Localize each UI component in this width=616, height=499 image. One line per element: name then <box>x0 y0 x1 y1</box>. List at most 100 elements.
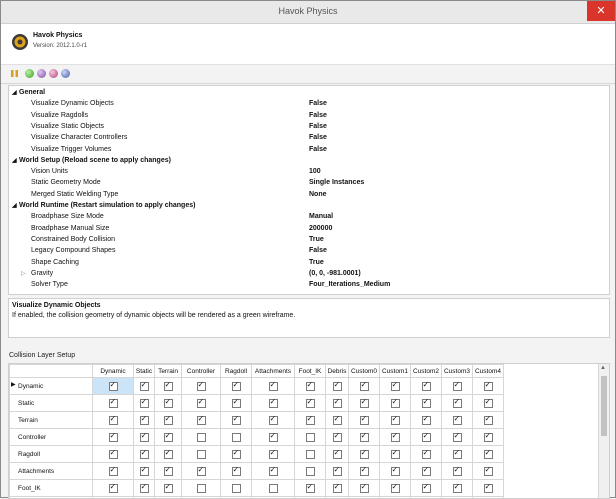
collision-checkbox[interactable] <box>453 416 462 425</box>
collision-checkbox[interactable] <box>269 484 278 493</box>
collision-checkbox[interactable] <box>391 399 400 408</box>
collision-checkbox[interactable] <box>333 433 342 442</box>
property-category[interactable]: ◢General <box>9 89 609 97</box>
collision-checkbox[interactable] <box>391 467 400 476</box>
collision-checkbox[interactable] <box>197 433 206 442</box>
property-value[interactable]: False <box>309 100 327 107</box>
collision-checkbox[interactable] <box>109 450 118 459</box>
collision-checkbox[interactable] <box>140 484 149 493</box>
property-value[interactable]: False <box>309 146 327 153</box>
collision-checkbox[interactable] <box>140 399 149 408</box>
collision-checkbox[interactable] <box>269 450 278 459</box>
collision-checkbox[interactable] <box>306 433 315 442</box>
collision-checkbox[interactable] <box>453 484 462 493</box>
property-row[interactable]: Vision Units100 <box>9 168 609 176</box>
collision-checkbox[interactable] <box>484 399 493 408</box>
collision-checkbox[interactable] <box>360 484 369 493</box>
collision-checkbox[interactable] <box>164 399 173 408</box>
property-row[interactable]: Static Geometry ModeSingle Instances <box>9 179 609 187</box>
property-value[interactable]: False <box>309 134 327 141</box>
green-sphere-icon[interactable] <box>25 69 34 78</box>
property-value[interactable]: 200000 <box>309 225 332 232</box>
collision-checkbox[interactable] <box>164 382 173 391</box>
collision-checkbox[interactable] <box>109 416 118 425</box>
collision-checkbox[interactable] <box>306 399 315 408</box>
collision-checkbox[interactable] <box>306 484 315 493</box>
collision-checkbox[interactable] <box>232 450 241 459</box>
property-value[interactable]: False <box>309 123 327 130</box>
collision-checkbox[interactable] <box>109 399 118 408</box>
collision-checkbox[interactable] <box>391 484 400 493</box>
collision-checkbox[interactable] <box>360 467 369 476</box>
collision-checkbox[interactable] <box>422 433 431 442</box>
property-row[interactable]: ▷Gravity(0, 0, -981.0001) <box>9 270 609 278</box>
collision-checkbox[interactable] <box>197 399 206 408</box>
collision-checkbox[interactable] <box>453 467 462 476</box>
expand-arrow-icon[interactable]: ▷ <box>21 270 26 277</box>
collision-checkbox[interactable] <box>333 416 342 425</box>
property-value[interactable]: Manual <box>309 213 333 220</box>
purple-sphere-icon[interactable] <box>37 69 46 78</box>
property-value[interactable]: 100 <box>309 168 321 175</box>
scroll-up-icon[interactable]: ▲ <box>600 365 606 371</box>
collision-checkbox[interactable] <box>269 416 278 425</box>
property-category[interactable]: ◢World Runtime (Restart simulation to ap… <box>9 202 609 210</box>
property-row[interactable]: Visualize RagdollsFalse <box>9 112 609 120</box>
collision-checkbox[interactable] <box>422 399 431 408</box>
property-row[interactable]: Solver TypeFour_Iterations_Medium <box>9 281 609 289</box>
collision-checkbox[interactable] <box>306 382 315 391</box>
collision-checkbox[interactable] <box>269 382 278 391</box>
collision-checkbox[interactable] <box>232 382 241 391</box>
blue-sphere-icon[interactable] <box>61 69 70 78</box>
collision-checkbox[interactable] <box>140 450 149 459</box>
collision-checkbox[interactable] <box>269 433 278 442</box>
collision-checkbox[interactable] <box>164 433 173 442</box>
collision-checkbox[interactable] <box>232 416 241 425</box>
collision-checkbox[interactable] <box>360 399 369 408</box>
collision-checkbox[interactable] <box>360 416 369 425</box>
collision-checkbox[interactable] <box>360 433 369 442</box>
property-row[interactable]: Visualize Trigger VolumesFalse <box>9 146 609 154</box>
collision-checkbox[interactable] <box>197 416 206 425</box>
collision-checkbox[interactable] <box>422 450 431 459</box>
collision-checkbox[interactable] <box>422 382 431 391</box>
collision-checkbox[interactable] <box>197 450 206 459</box>
pink-sphere-icon[interactable] <box>49 69 58 78</box>
collision-checkbox[interactable] <box>333 399 342 408</box>
property-row[interactable]: Merged Static Welding TypeNone <box>9 191 609 199</box>
collision-checkbox[interactable] <box>306 450 315 459</box>
collision-checkbox[interactable] <box>333 450 342 459</box>
collision-checkbox[interactable] <box>164 450 173 459</box>
collision-checkbox[interactable] <box>197 484 206 493</box>
scrollbar-thumb[interactable] <box>601 376 607 436</box>
collision-checkbox[interactable] <box>109 382 118 391</box>
collision-checkbox[interactable] <box>453 433 462 442</box>
collision-checkbox[interactable] <box>333 484 342 493</box>
collapse-arrow-icon[interactable]: ◢ <box>12 89 17 96</box>
collision-checkbox[interactable] <box>484 467 493 476</box>
property-row[interactable]: Visualize Dynamic ObjectsFalse <box>9 100 609 108</box>
collision-checkbox[interactable] <box>333 467 342 476</box>
property-row[interactable]: Visualize Character ControllersFalse <box>9 134 609 142</box>
collision-checkbox[interactable] <box>422 467 431 476</box>
collision-checkbox[interactable] <box>197 382 206 391</box>
collision-checkbox[interactable] <box>391 450 400 459</box>
collision-checkbox[interactable] <box>140 433 149 442</box>
collision-checkbox[interactable] <box>164 484 173 493</box>
collision-checkbox[interactable] <box>140 382 149 391</box>
collision-checkbox[interactable] <box>360 382 369 391</box>
collision-checkbox[interactable] <box>484 433 493 442</box>
pause-icon[interactable] <box>10 69 19 78</box>
collision-checkbox[interactable] <box>269 467 278 476</box>
collision-checkbox[interactable] <box>422 416 431 425</box>
property-row[interactable]: Broadphase Manual Size200000 <box>9 225 609 233</box>
collision-checkbox[interactable] <box>269 399 278 408</box>
property-category[interactable]: ◢World Setup (Reload scene to apply chan… <box>9 157 609 165</box>
collision-checkbox[interactable] <box>140 467 149 476</box>
collapse-arrow-icon[interactable]: ◢ <box>12 157 17 164</box>
collision-checkbox[interactable] <box>453 382 462 391</box>
collision-checkbox[interactable] <box>232 433 241 442</box>
collision-checkbox[interactable] <box>306 416 315 425</box>
collision-checkbox[interactable] <box>422 484 431 493</box>
collision-checkbox[interactable] <box>453 399 462 408</box>
